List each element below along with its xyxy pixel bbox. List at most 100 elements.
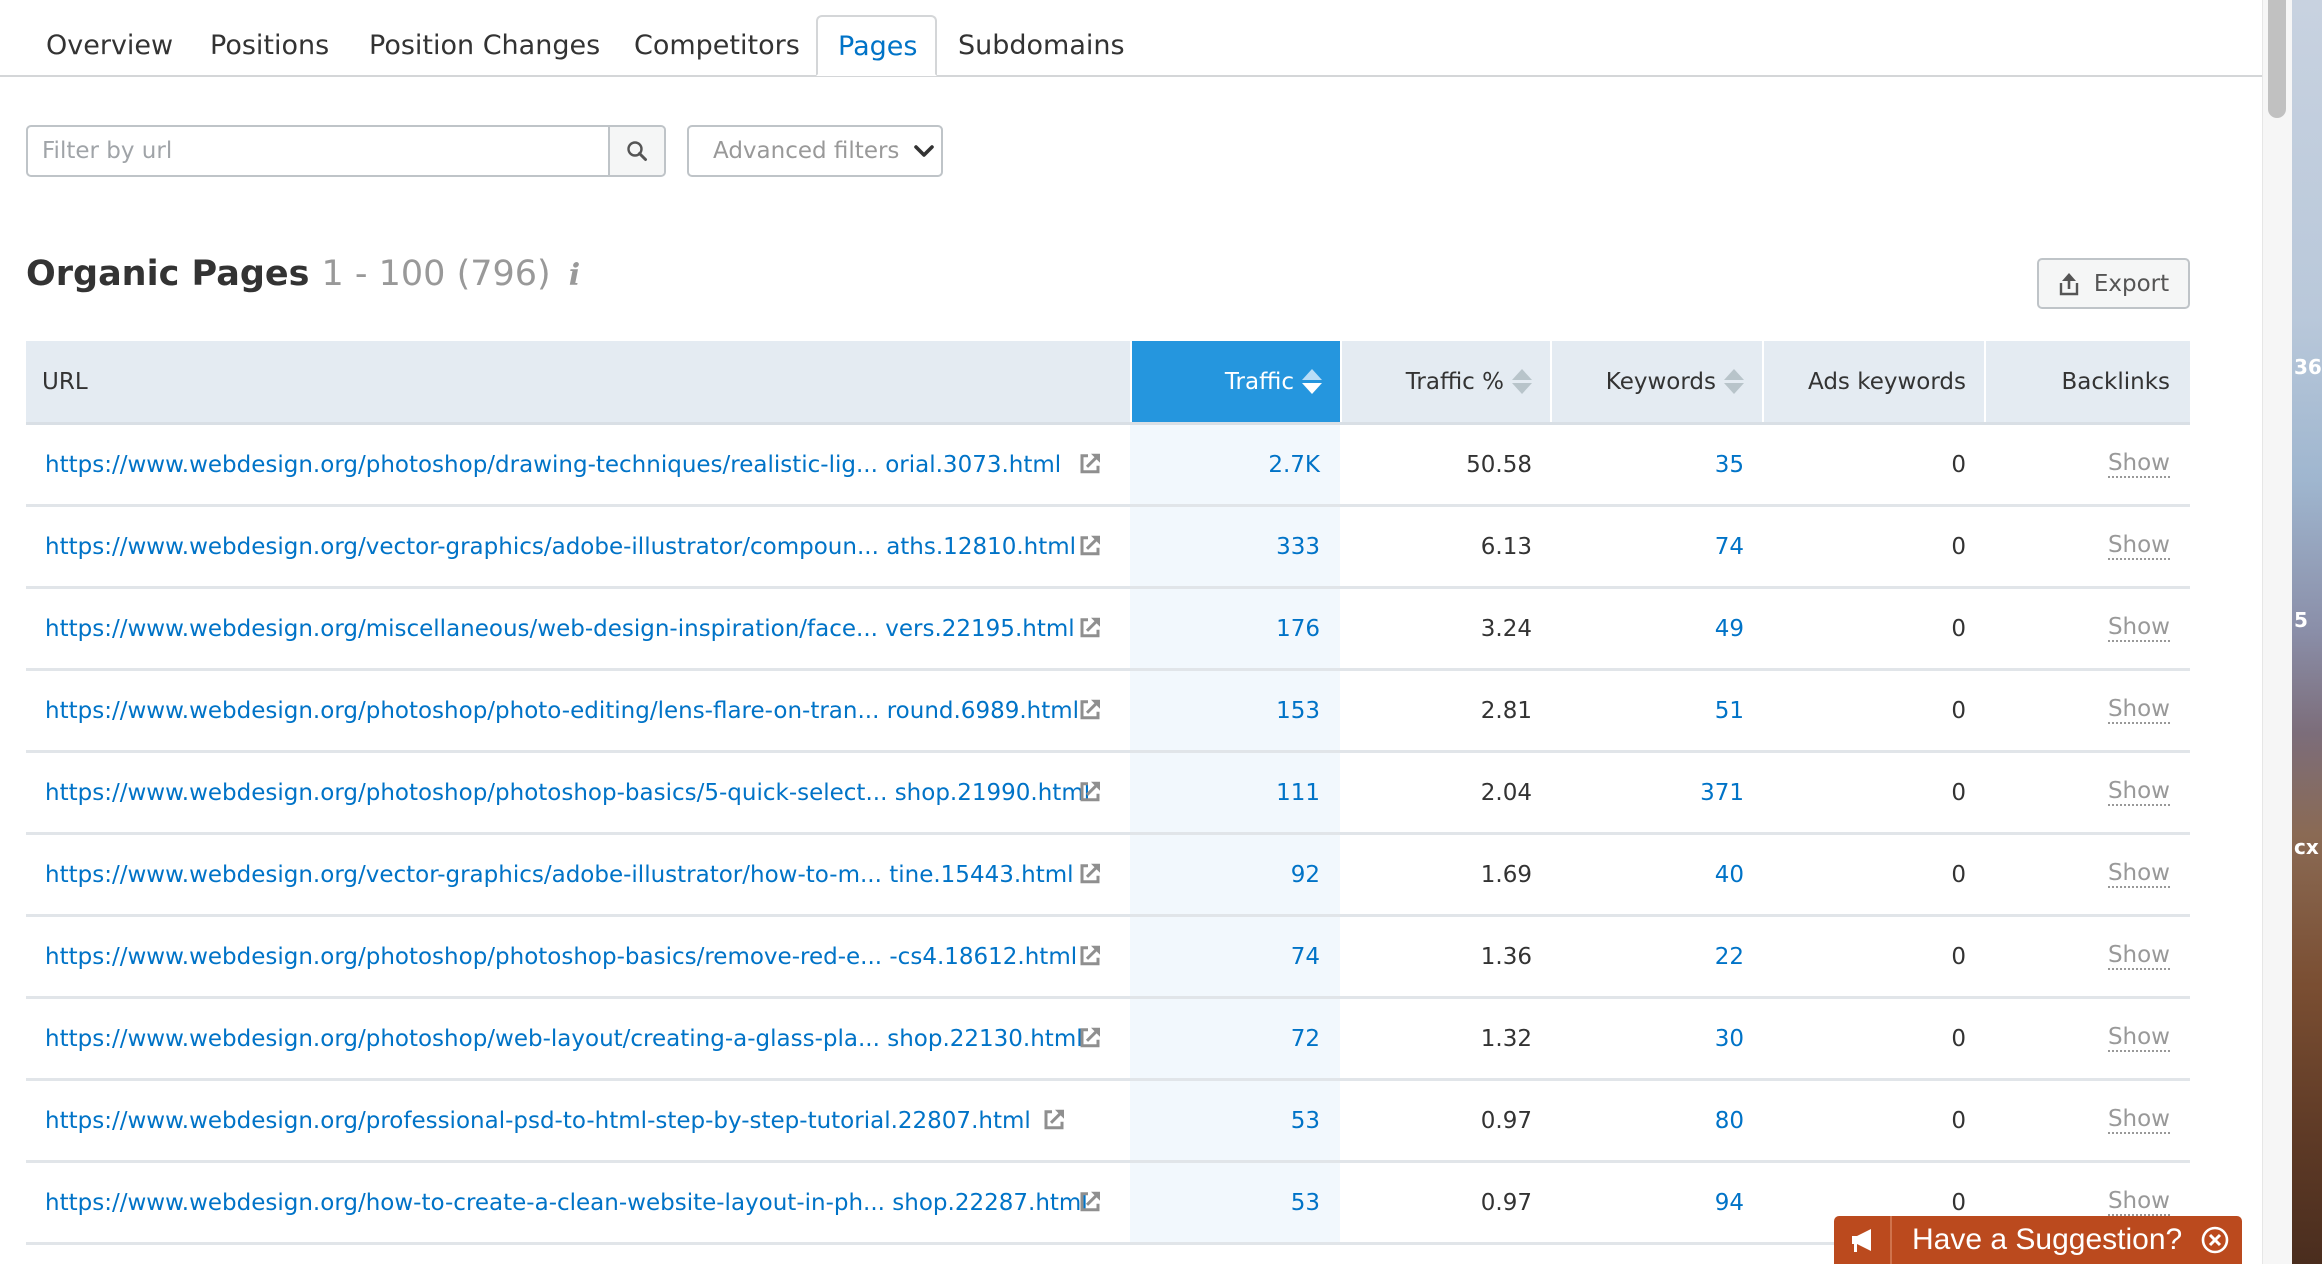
- page-url-link[interactable]: https://www.webdesign.org/photoshop/phot…: [45, 780, 1090, 806]
- desktop-background: 36 5 cx: [2292, 0, 2322, 1264]
- traffic-percent-value: 1.32: [1480, 1025, 1532, 1052]
- traffic-percent-value: 3.24: [1480, 615, 1532, 642]
- keywords-value-link[interactable]: 51: [1715, 698, 1744, 724]
- table-row: https://www.webdesign.org/vector-graphic…: [26, 835, 2190, 917]
- page-url-link[interactable]: https://www.webdesign.org/vector-graphic…: [45, 862, 1074, 888]
- external-link-icon[interactable]: [1078, 1025, 1102, 1049]
- keywords-value-link[interactable]: 40: [1715, 862, 1744, 888]
- keywords-value-link[interactable]: 80: [1715, 1108, 1744, 1134]
- tab-positions[interactable]: Positions: [190, 16, 349, 75]
- export-button[interactable]: Export: [2037, 258, 2190, 309]
- page-url-link[interactable]: https://www.webdesign.org/photoshop/draw…: [45, 452, 1061, 478]
- chevron-down-icon: [914, 145, 935, 157]
- backlinks-cell: Show: [1984, 507, 2190, 586]
- page-title: Organic Pages: [26, 254, 310, 294]
- desktop-label: 36: [2294, 355, 2322, 379]
- page-url-link[interactable]: https://www.webdesign.org/vector-graphic…: [45, 534, 1076, 560]
- traffic-percent-cell: 1.32: [1340, 999, 1550, 1078]
- ads-keywords-value: 0: [1951, 779, 1966, 806]
- tab-overview[interactable]: Overview: [26, 16, 193, 75]
- column-label: Keywords: [1605, 368, 1716, 395]
- traffic-cell: 74: [1130, 917, 1340, 996]
- external-link-icon[interactable]: [1042, 1107, 1066, 1131]
- scrollbar-thumb[interactable]: [2268, 0, 2286, 118]
- table-row: https://www.webdesign.org/photoshop/phot…: [26, 753, 2190, 835]
- column-header-traffic-percent[interactable]: Traffic %: [1340, 341, 1550, 422]
- suggestion-button[interactable]: Have a Suggestion?: [1834, 1216, 2242, 1264]
- traffic-value-link[interactable]: 53: [1291, 1190, 1320, 1216]
- traffic-value-link[interactable]: 53: [1291, 1108, 1320, 1134]
- url-filter: [26, 125, 666, 177]
- close-circle-icon[interactable]: [2200, 1225, 2230, 1255]
- url-cell: https://www.webdesign.org/professional-p…: [26, 1081, 1130, 1160]
- column-header-traffic[interactable]: Traffic: [1130, 341, 1340, 422]
- tab-pages[interactable]: Pages: [816, 15, 937, 76]
- external-link-icon[interactable]: [1078, 943, 1102, 967]
- page-url-link[interactable]: https://www.webdesign.org/photoshop/web-…: [45, 1026, 1083, 1052]
- column-header-keywords[interactable]: Keywords: [1550, 341, 1762, 422]
- ads-keywords-cell: 0: [1762, 917, 1984, 996]
- traffic-cell: 53: [1130, 1163, 1340, 1242]
- ads-keywords-cell: 0: [1762, 835, 1984, 914]
- result-range: 1 - 100 (796): [321, 254, 551, 294]
- external-link-icon[interactable]: [1078, 451, 1102, 475]
- traffic-percent-value: 2.81: [1480, 697, 1532, 724]
- traffic-cell: 111: [1130, 753, 1340, 832]
- traffic-value-link[interactable]: 333: [1276, 534, 1320, 560]
- page-url-link[interactable]: https://www.webdesign.org/photoshop/phot…: [45, 698, 1079, 724]
- show-backlinks-link[interactable]: Show: [2107, 942, 2170, 971]
- keywords-value-link[interactable]: 30: [1715, 1026, 1744, 1052]
- sort-icon: [1512, 369, 1532, 394]
- traffic-value-link[interactable]: 153: [1276, 698, 1320, 724]
- show-backlinks-link[interactable]: Show: [2107, 696, 2170, 725]
- info-icon[interactable]: i: [569, 258, 580, 293]
- keywords-value-link[interactable]: 35: [1715, 452, 1744, 478]
- traffic-value-link[interactable]: 176: [1276, 616, 1320, 642]
- external-link-icon[interactable]: [1078, 861, 1102, 885]
- tab-subdomains[interactable]: Subdomains: [938, 16, 1145, 75]
- traffic-value-link[interactable]: 92: [1291, 862, 1320, 888]
- external-link-icon[interactable]: [1078, 697, 1102, 721]
- external-link-icon[interactable]: [1078, 779, 1102, 803]
- backlinks-cell: Show: [1984, 999, 2190, 1078]
- vertical-scrollbar[interactable]: [2262, 0, 2293, 1264]
- traffic-value-link[interactable]: 2.7K: [1268, 452, 1320, 478]
- keywords-cell: 40: [1550, 835, 1762, 914]
- show-backlinks-link[interactable]: Show: [2107, 1188, 2170, 1217]
- keywords-value-link[interactable]: 49: [1715, 616, 1744, 642]
- page-url-link[interactable]: https://www.webdesign.org/professional-p…: [45, 1108, 1031, 1134]
- page-url-link[interactable]: https://www.webdesign.org/photoshop/phot…: [45, 944, 1077, 970]
- external-link-icon[interactable]: [1078, 533, 1102, 557]
- keywords-value-link[interactable]: 74: [1715, 534, 1744, 560]
- keywords-value-link[interactable]: 371: [1700, 780, 1744, 806]
- keywords-cell: 22: [1550, 917, 1762, 996]
- show-backlinks-link[interactable]: Show: [2107, 1024, 2170, 1053]
- traffic-value-link[interactable]: 111: [1276, 780, 1320, 806]
- page-url-link[interactable]: https://www.webdesign.org/miscellaneous/…: [45, 616, 1075, 642]
- show-backlinks-link[interactable]: Show: [2107, 614, 2170, 643]
- ads-keywords-value: 0: [1951, 615, 1966, 642]
- search-button[interactable]: [608, 127, 664, 175]
- page-url-link[interactable]: https://www.webdesign.org/how-to-create-…: [45, 1190, 1088, 1216]
- tab-competitors[interactable]: Competitors: [614, 16, 820, 75]
- external-link-icon[interactable]: [1078, 1189, 1102, 1213]
- show-backlinks-link[interactable]: Show: [2107, 450, 2170, 479]
- show-backlinks-link[interactable]: Show: [2107, 860, 2170, 889]
- advanced-filters-dropdown[interactable]: Advanced filters: [687, 125, 943, 177]
- ads-keywords-cell: 0: [1762, 507, 1984, 586]
- show-backlinks-link[interactable]: Show: [2107, 778, 2170, 807]
- show-backlinks-link[interactable]: Show: [2107, 1106, 2170, 1135]
- traffic-percent-value: 0.97: [1480, 1107, 1532, 1134]
- traffic-value-link[interactable]: 72: [1291, 1026, 1320, 1052]
- filter-by-url-input[interactable]: [28, 127, 608, 175]
- ads-keywords-cell: 0: [1762, 589, 1984, 668]
- show-backlinks-link[interactable]: Show: [2107, 532, 2170, 561]
- keywords-value-link[interactable]: 22: [1715, 944, 1744, 970]
- external-link-icon[interactable]: [1078, 615, 1102, 639]
- tab-position-changes[interactable]: Position Changes: [349, 16, 620, 75]
- keywords-cell: 35: [1550, 425, 1762, 504]
- keywords-value-link[interactable]: 94: [1715, 1190, 1744, 1216]
- ads-keywords-value: 0: [1951, 533, 1966, 560]
- traffic-value-link[interactable]: 74: [1291, 944, 1320, 970]
- table-body: https://www.webdesign.org/photoshop/draw…: [26, 425, 2190, 1245]
